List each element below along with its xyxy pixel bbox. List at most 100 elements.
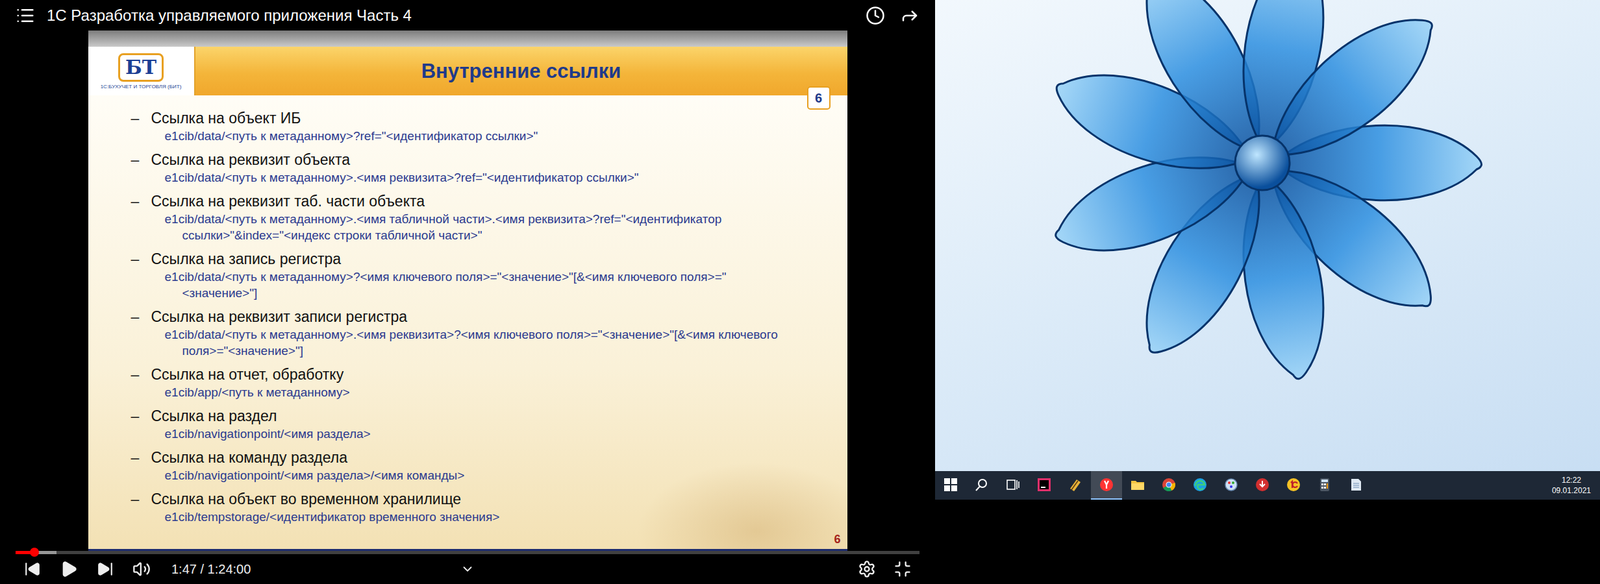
watch-later-icon[interactable] [865, 5, 886, 26]
item-title: Ссылка на реквизит записи регистра [151, 307, 783, 327]
item-code: e1cib/data/<путь к метаданному>.<имя таб… [182, 211, 783, 244]
item-code: e1cib/tempstorage/<идентификатор временн… [182, 509, 783, 526]
item-code: e1cib/data/<путь к метаданному>.<имя рек… [182, 169, 783, 186]
chapters-button[interactable] [451, 556, 484, 583]
folder-icon [1129, 477, 1146, 493]
taskbar-button[interactable] [1309, 471, 1341, 500]
player-controls: 1:47 / 1:24:00 [0, 551, 936, 584]
control-row: 1:47 / 1:24:00 [0, 554, 936, 584]
taskbar: 12:2209.01.2021 [935, 471, 1600, 500]
taskbar-button[interactable] [935, 471, 967, 500]
slide-item-body: Ссылка на разделe1cib/navigationpoint/<и… [151, 406, 783, 443]
taskbar-button[interactable] [1122, 471, 1154, 500]
slide-header: БТ1С:БУХУЧЕТ И ТОРГОВЛЯ (БИТ) Внутренние … [88, 46, 848, 96]
taskbar-button[interactable] [1184, 471, 1216, 500]
slide-item-body: Ссылка на отчет, обработкуe1cib/app/<пут… [151, 364, 783, 401]
slide-item-body: Ссылка на реквизит таб. части объектаe1c… [151, 191, 783, 244]
paint-icon [1223, 477, 1239, 493]
item-title: Ссылка на раздел [151, 406, 783, 426]
play-button[interactable] [53, 556, 85, 583]
bullet: – [131, 489, 152, 526]
bullet: – [131, 307, 152, 360]
previous-button[interactable] [16, 556, 49, 583]
item-title: Ссылка на отчет, обработку [151, 364, 783, 385]
slide-item: –Ссылка на запись регистраe1cib/data/<пу… [131, 249, 783, 302]
chrome-icon [1161, 477, 1177, 493]
slide-item: –Ссылка на реквизит объектаe1cib/data/<п… [131, 150, 783, 186]
player-top-bar: 1С Разработка управляемого приложения Ча… [0, 0, 936, 31]
taskbar-button[interactable] [1059, 471, 1091, 500]
bullet: – [131, 364, 152, 401]
time-display: 1:47 / 1:24:00 [171, 562, 251, 578]
slide-item: –Ссылка на реквизит таб. части объектаe1… [131, 191, 783, 244]
progress-thumb[interactable] [29, 548, 39, 558]
tool-icon [1067, 477, 1084, 493]
previous-icon [24, 561, 41, 578]
slide-item-body: Ссылка на запись регистраe1cib/data/<пут… [151, 249, 783, 302]
windows-icon [942, 477, 959, 493]
slide-item-body: Ссылка на реквизит объектаe1cib/data/<пу… [151, 150, 783, 186]
item-code: e1cib/data/<путь к метаданному>.<имя рек… [182, 326, 783, 360]
next-button[interactable] [89, 556, 121, 583]
taskbar-spacer [1371, 471, 1550, 500]
taskbar-button[interactable] [1153, 471, 1185, 500]
item-code: e1cib/app/<путь к метаданному> [182, 384, 783, 401]
taskbar-button[interactable] [966, 471, 998, 500]
taskbar-button[interactable] [1215, 471, 1247, 500]
item-title: Ссылка на объект во временном хранилище [151, 489, 783, 510]
share-icon[interactable] [900, 5, 920, 26]
slide: БТ1С:БУХУЧЕТ И ТОРГОВЛЯ (БИТ) Внутренние … [88, 30, 848, 552]
taskbar-button[interactable] [997, 471, 1029, 500]
taskbar-clock[interactable]: 12:2209.01.2021 [1549, 471, 1594, 500]
item-title: Ссылка на команду раздела [151, 448, 783, 468]
slide-item: –Ссылка на разделe1cib/navigationpoint/<… [131, 406, 783, 443]
taskbar-button[interactable] [1028, 471, 1060, 500]
clock-date: 09.01.2021 [1551, 485, 1591, 497]
slide-body: –Ссылка на объект ИБe1cib/data/<путь к м… [88, 95, 848, 550]
exit-fullscreen-icon [893, 560, 912, 579]
bullet: – [131, 108, 152, 145]
slide-item-body: Ссылка на объект ИБe1cib/data/<путь к ме… [151, 108, 783, 145]
slide-item: –Ссылка на объект ИБe1cib/data/<путь к м… [131, 108, 783, 145]
video-title[interactable]: 1С Разработка управляемого приложения Ча… [46, 6, 854, 25]
logo-caption: 1С:БУХУЧЕТ И ТОРГОВЛЯ (БИТ) [100, 83, 182, 90]
bullet: – [131, 249, 152, 302]
playlist-icon[interactable] [15, 5, 36, 26]
video-player[interactable]: 1С Разработка управляемого приложения Ча… [0, 0, 936, 584]
bullet: – [131, 150, 152, 186]
search-icon [974, 477, 990, 493]
left-controls: 1:47 / 1:24:00 [16, 556, 452, 583]
settings-button[interactable] [851, 556, 883, 583]
slide-item-body: Ссылка на объект во временном хранилищеe… [151, 489, 783, 526]
taskbar-button[interactable] [1277, 471, 1310, 500]
bullet: – [131, 448, 152, 484]
slide-title: Внутренние ссылки [421, 59, 622, 84]
next-icon [96, 561, 114, 578]
volume-icon [132, 560, 151, 579]
taskbar-button[interactable] [1340, 471, 1372, 500]
logo-mark: БТ [118, 53, 164, 82]
bullet: – [131, 406, 152, 443]
progress-bar[interactable] [15, 551, 920, 555]
taskbar-button[interactable] [1090, 471, 1123, 500]
exit-fullscreen-button[interactable] [887, 556, 919, 583]
slide-item: –Ссылка на реквизит записи регистраe1cib… [131, 307, 783, 360]
edge-icon [1192, 477, 1208, 493]
top-actions [865, 5, 920, 26]
chevron-down-icon [460, 562, 475, 577]
slide-item-body: Ссылка на реквизит записи регистраe1cib/… [151, 307, 783, 360]
item-code: e1cib/navigationpoint/<имя раздела> [182, 425, 783, 443]
item-code: e1cib/data/<путь к метаданному>?<имя клю… [182, 268, 783, 302]
flower-wallpaper-icon [935, 0, 1600, 472]
item-title: Ссылка на реквизит объекта [151, 150, 783, 170]
gear-icon [857, 560, 876, 579]
taskbar-button[interactable] [1246, 471, 1278, 500]
play-icon [59, 560, 78, 579]
right-controls [483, 556, 919, 583]
wallpaper [935, 0, 1600, 472]
slide-item: –Ссылка на объект во временном хранилище… [131, 489, 783, 526]
slide-item: –Ссылка на отчет, обработкуe1cib/app/<пу… [131, 364, 783, 401]
page-badge: 6 [807, 86, 831, 110]
volume-button[interactable] [125, 556, 158, 583]
calculator-icon [1316, 477, 1333, 493]
